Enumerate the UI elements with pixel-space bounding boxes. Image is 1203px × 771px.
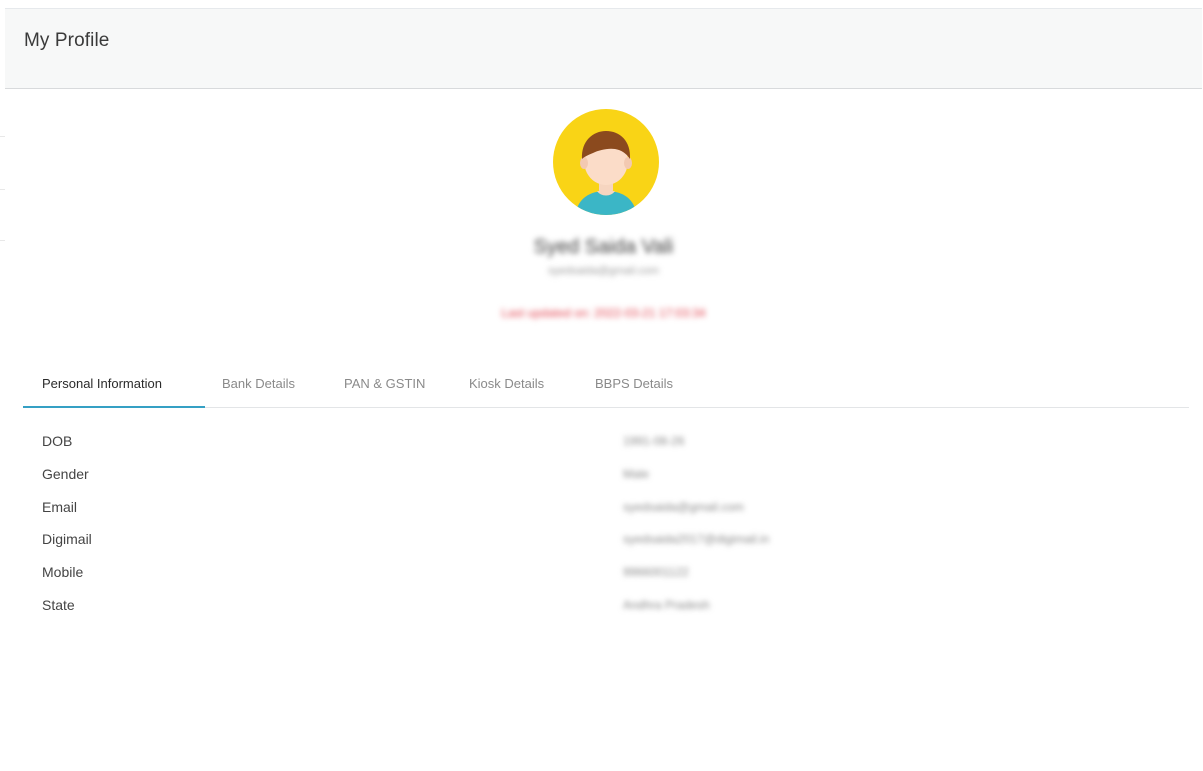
gender-label: Gender: [42, 466, 89, 482]
info-row-digimail: Digimail syedsaida2017@digimail.in: [5, 531, 1202, 555]
profile-card: My Profile Syed Saida Vali syedsaida@gma…: [5, 8, 1202, 770]
tab-bank-details[interactable]: Bank Details: [222, 364, 295, 408]
user-avatar-icon: [553, 109, 659, 215]
digimail-label: Digimail: [42, 531, 92, 547]
info-row-mobile: Mobile 9966001122: [5, 564, 1202, 588]
profile-name: Syed Saida Vali: [533, 236, 674, 258]
dob-value: 1991-08-26: [623, 434, 685, 448]
tab-kiosk-details[interactable]: Kiosk Details: [469, 364, 544, 408]
tab-bbps-details[interactable]: BBPS Details: [595, 364, 673, 408]
state-label: State: [42, 597, 75, 613]
info-row-dob: DOB 1991-08-26: [5, 433, 1202, 457]
info-row-state: State Andhra Pradesh: [5, 597, 1202, 621]
email-value: syedsaida@gmail.com: [623, 500, 744, 514]
last-updated-text: Last updated on: 2022-03-21 17:03:34: [501, 306, 706, 320]
dob-label: DOB: [42, 433, 73, 449]
info-row-gender: Gender Male: [5, 466, 1202, 490]
tab-pan-gstin[interactable]: PAN & GSTIN: [344, 364, 425, 408]
mobile-label: Mobile: [42, 564, 84, 580]
mobile-value: 9966001122: [623, 565, 689, 579]
page-header: My Profile: [5, 9, 1202, 89]
state-value: Andhra Pradesh: [623, 598, 710, 612]
digimail-value: syedsaida2017@digimail.in: [623, 532, 770, 546]
profile-tabs: Personal Information Bank Details PAN & …: [23, 364, 1189, 408]
email-label: Email: [42, 499, 78, 515]
profile-email: syedsaida@gmail.com: [548, 265, 659, 277]
gender-value: Male: [623, 467, 650, 481]
tab-personal-information[interactable]: Personal Information: [23, 364, 205, 408]
page-title: My Profile: [24, 30, 110, 51]
info-row-email: Email syedsaida@gmail.com: [5, 499, 1202, 523]
